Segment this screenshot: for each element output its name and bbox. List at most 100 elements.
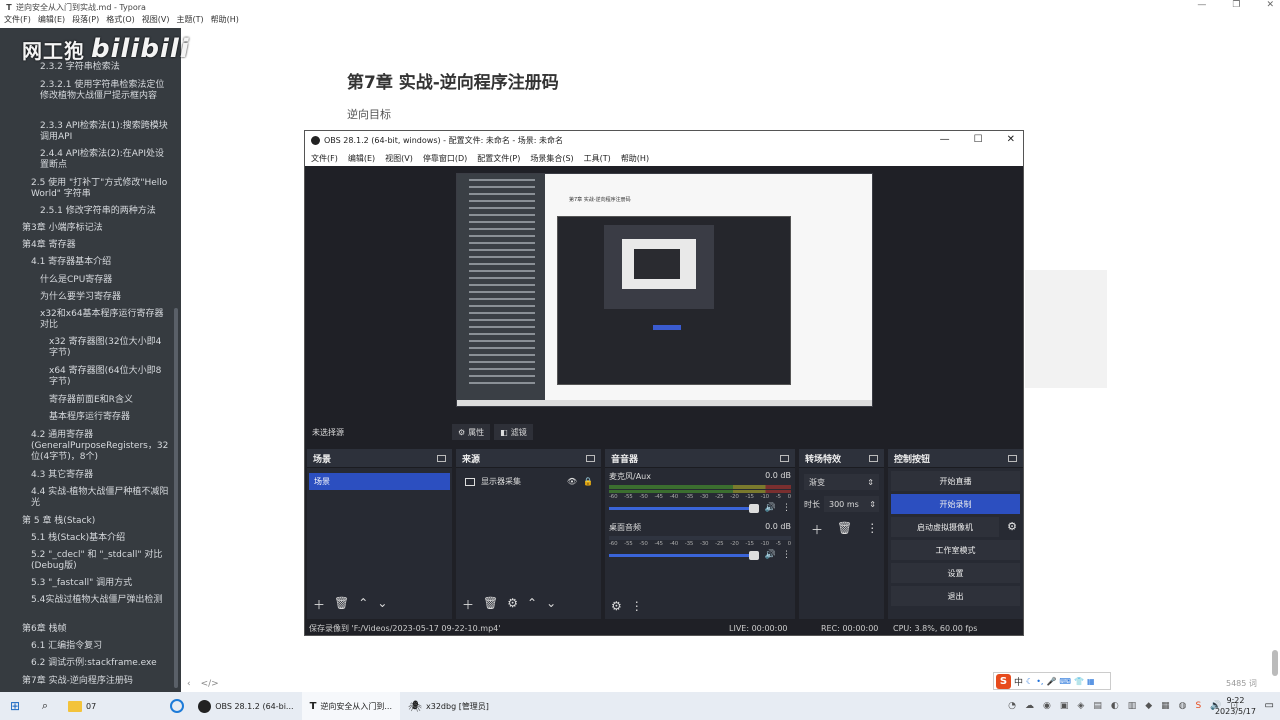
tray-app-icon[interactable]: ◉ [1043,701,1051,711]
more-icon[interactable]: ⋮ [866,521,878,538]
source-code-icon[interactable]: </> [201,679,219,689]
popout-icon[interactable] [1008,454,1017,462]
cloud-icon[interactable]: ☁ [1025,701,1034,711]
more-icon[interactable]: ⋮ [782,550,791,560]
close-icon[interactable]: ✕ [1266,0,1274,10]
outline-item[interactable]: 2.5 使用 "打补丁"方式修改"Hello World" 字符串 [31,178,170,200]
outline-item[interactable]: 5.3 "_fastcall" 调用方式 [31,578,170,589]
tray-app-icon[interactable]: ◍ [1179,701,1187,711]
start-recording-button[interactable]: 开始录制 [891,494,1020,514]
speaker-icon[interactable]: 🔊 [765,550,776,560]
outline-item[interactable]: 6.1 汇编指令复习 [31,641,170,652]
trash-icon[interactable]: 🗑 [837,521,852,538]
system-clock[interactable]: 9:22 2023/5/17 [1215,695,1256,717]
obs-preview-area[interactable]: 第7章 实战-逆向程序注册码 [305,166,1023,414]
eye-icon[interactable]: 👁 [567,477,577,486]
outline-item[interactable]: 2.4.4 API检索法(2):在API处设置断点 [40,149,170,171]
lock-icon[interactable]: 🔒 [583,477,593,486]
properties-button[interactable]: ⚙ 属性 [452,424,491,440]
outline-item[interactable]: 4.1 寄存器基本介绍 [31,257,170,268]
popout-icon[interactable] [869,454,878,462]
volume-slider[interactable] [609,550,759,560]
outline-item[interactable]: 基本程序运行寄存器 [49,412,170,423]
ime-language[interactable]: 中 [1014,675,1023,688]
notification-icon[interactable]: ▭ [1265,700,1274,711]
popout-icon[interactable] [780,454,789,462]
outline-item[interactable]: 5.1 栈(Stack)基本介绍 [31,533,170,544]
ime-toolbar[interactable]: S 中 ☾ •, 🎤 ⌨ 👕 ▦ [993,672,1111,690]
volume-slider[interactable] [609,503,759,513]
tray-app-icon[interactable]: ▥ [1128,701,1137,711]
taskbar-app-obs[interactable]: OBS 28.1.2 (64-bi... [190,692,301,720]
outline-item[interactable]: 2.3.2.1 使用字符串检索法定位修改植物大战僵尸提示框内容 [40,80,170,102]
obs-menu-item[interactable]: 文件(F) [311,153,338,164]
outline-item[interactable]: 4.2 通用寄存器(GeneralPurposeRegisters，32位(4字… [31,430,170,463]
gear-icon[interactable]: ⚙ [507,596,518,613]
more-icon[interactable]: ⋮ [631,599,643,613]
obs-menu-item[interactable]: 配置文件(P) [477,153,520,164]
outline-item[interactable]: x64 寄存器图(64位大小即8字节) [49,366,170,388]
add-icon[interactable]: ＋ [811,521,823,538]
speaker-icon[interactable]: 🔊 [765,503,776,513]
obs-preview[interactable]: 第7章 实战-逆向程序注册码 [456,173,873,407]
obs-menu-item[interactable]: 编辑(E) [348,153,375,164]
taskbar-app-typora[interactable]: T 逆向安全从入门到... [301,692,401,720]
sidebar-scrollbar[interactable] [174,308,178,688]
punctuation-icon[interactable]: •, [1036,677,1043,686]
gear-icon[interactable]: ⚙ [1007,520,1017,533]
arrow-up-icon[interactable]: ⌃ [358,596,368,613]
document-scrollbar[interactable] [1272,650,1278,676]
typora-menu-item[interactable]: 主题(T) [176,14,203,28]
sogou-tray-icon[interactable]: S [1196,701,1202,711]
arrow-down-icon[interactable]: ⌄ [546,596,556,613]
outline-item[interactable]: 4.4 实战-植物大战僵尸种植不减阳光 [31,487,170,509]
sogou-logo-icon[interactable]: S [996,673,1011,689]
tray-app-icon[interactable]: ▦ [1161,701,1170,711]
add-icon[interactable]: ＋ [313,596,325,613]
skin-icon[interactable]: 👕 [1074,677,1084,686]
outline-item[interactable]: 为什么要学习寄存器 [40,292,170,303]
word-count[interactable]: 5485 词 [1226,678,1257,689]
add-icon[interactable]: ＋ [462,596,474,613]
maximize-icon[interactable]: ☐ [974,134,983,145]
obs-menu-item[interactable]: 帮助(H) [621,153,649,164]
tray-app-icon[interactable]: ◈ [1077,701,1084,711]
taskbar-app-explorer[interactable]: 07 [60,692,104,720]
close-icon[interactable]: ✕ [1007,134,1015,145]
outline-item[interactable]: 5.2 "_cdecl" 和 "_stdcall" 对比(Debug版) [31,550,170,572]
typora-menu-item[interactable]: 编辑(E) [38,14,65,28]
typora-menu-item[interactable]: 格式(O) [106,14,135,28]
outline-item[interactable]: 2.5.1 修改字符串的两种方法 [40,206,170,217]
trash-icon[interactable]: 🗑 [334,596,349,613]
outline-item[interactable]: 4.3 其它寄存器 [31,470,170,481]
minimize-icon[interactable]: — [1197,0,1206,10]
toolbox-icon[interactable]: ▦ [1087,677,1095,686]
tray-app-icon[interactable]: ▤ [1093,701,1102,711]
popout-icon[interactable] [437,454,446,462]
obs-menu-item[interactable]: 工具(T) [584,153,611,164]
virtual-camera-button[interactable]: 启动虚拟摄像机 ⚙ [891,517,1017,537]
arrow-up-icon[interactable]: ⌃ [527,596,537,613]
outline-item[interactable]: 第4章 寄存器 [22,240,170,251]
start-streaming-button[interactable]: 开始直播 [891,471,1020,491]
outline-item[interactable]: x32 寄存器图(32位大小即4字节) [49,337,170,359]
keyboard-icon[interactable]: ⌨ [1059,677,1071,686]
outline-item[interactable]: 第 5 章 栈(Stack) [22,516,170,527]
windows-start-icon[interactable]: ⊞ [0,699,30,713]
tray-app-icon[interactable]: ◔ [1008,701,1016,711]
source-item[interactable]: 显示器采集 👁 🔒 [456,473,601,490]
minimize-icon[interactable]: — [940,134,950,145]
taskbar-app-x32dbg[interactable]: 🕷 x32dbg [管理员] [400,692,497,720]
outline-item[interactable]: 6.2 调试示例:stackframe.exe [31,658,170,669]
microphone-icon[interactable]: 🎤 [1046,677,1056,686]
popout-icon[interactable] [586,454,595,462]
outline-item[interactable]: 寄存器前面E和R含义 [49,395,170,406]
outline-item[interactable]: 2.3.3 API检索法(1):搜索跨模块调用API [40,121,170,143]
transition-select[interactable]: 渐变 ⇕ [804,474,879,490]
duration-spinbox[interactable]: 300 ms ⇕ [824,496,879,512]
obs-menu-item[interactable]: 场景集合(S) [530,153,573,164]
outline-item[interactable]: 第7章 实战-逆向程序注册码 [22,676,170,687]
filters-button[interactable]: ◧ 滤镜 [494,424,533,440]
outline-item[interactable]: 第3章 小端序标记法 [22,223,170,234]
typora-menu-item[interactable]: 文件(F) [4,14,31,28]
